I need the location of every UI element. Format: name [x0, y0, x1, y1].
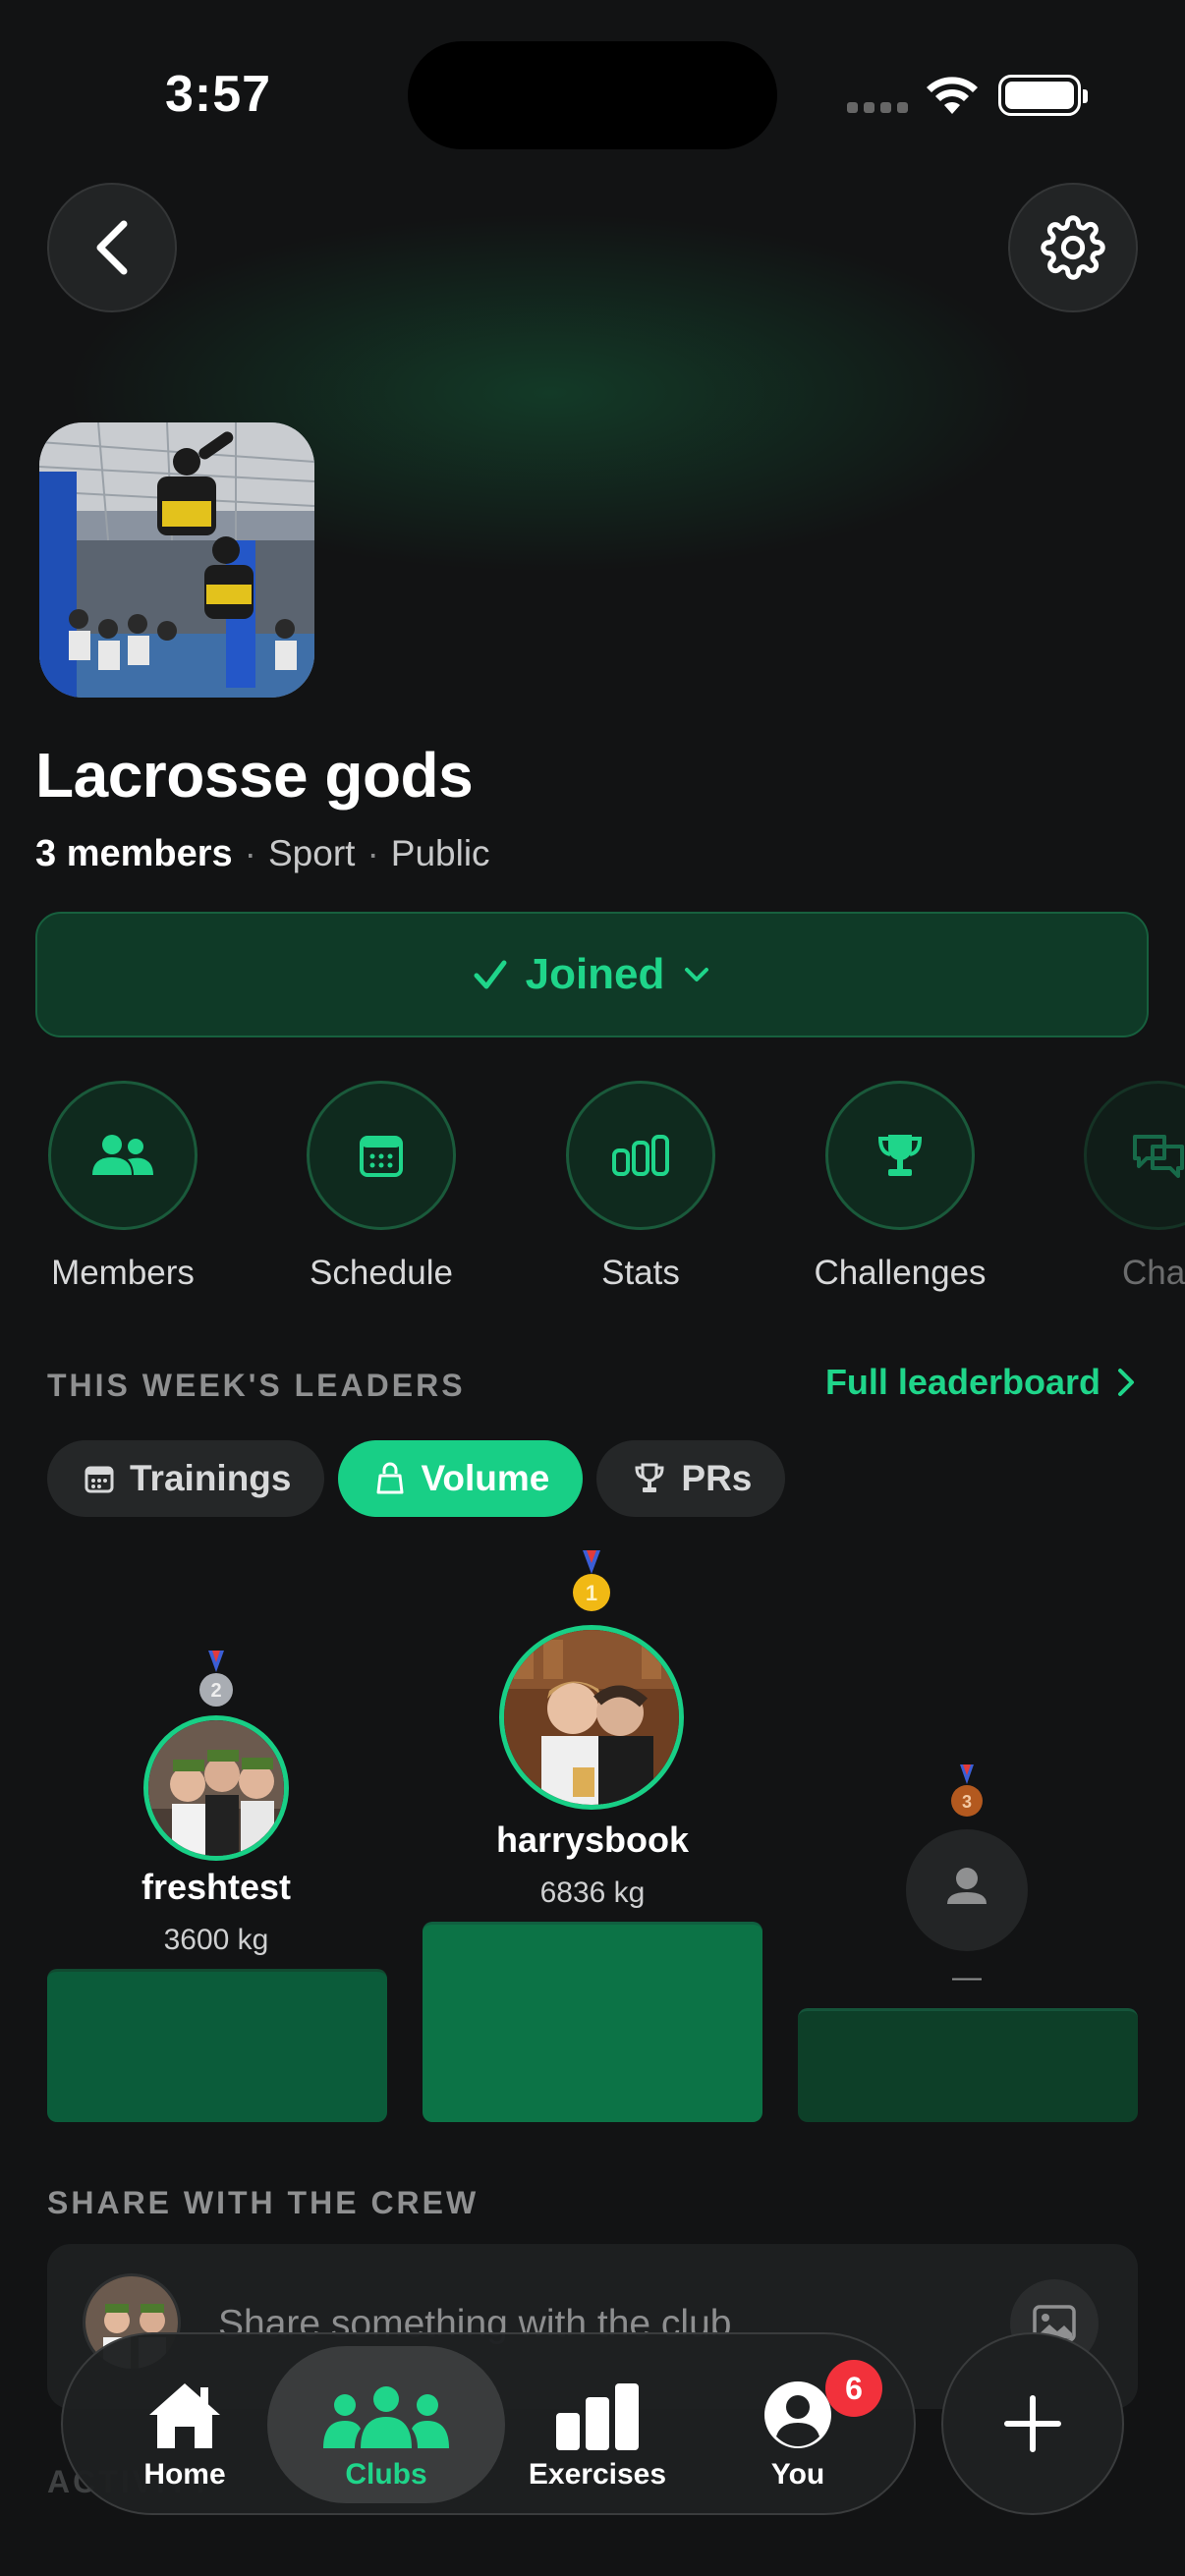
podium-bar-3rd	[798, 2008, 1138, 2122]
group-icon	[323, 2386, 449, 2448]
tab-prs-label: PRs	[681, 1458, 753, 1498]
club-screen: 3:57 Lacrosse gods 3 members · Sport · P…	[0, 0, 1185, 2576]
action-label: Chat	[1122, 1254, 1185, 1292]
tab-exercises[interactable]: Exercises	[499, 2346, 696, 2503]
leader-name[interactable]: freshtest	[69, 1867, 364, 1908]
club-visibility: Public	[390, 833, 490, 873]
podium-bar-1st	[423, 1922, 762, 2122]
gear-icon	[1041, 215, 1105, 280]
action-stats-circle	[566, 1081, 715, 1230]
notification-badge: 6	[825, 2360, 882, 2417]
club-meta: 3 members · Sport · Public	[35, 833, 490, 875]
kettlebell-icon	[376, 1462, 404, 1494]
people-icon	[92, 1135, 153, 1175]
full-leaderboard-label: Full leaderboard	[824, 1362, 1100, 1402]
settings-button[interactable]	[1008, 183, 1138, 312]
share-heading: SHARE WITH THE CREW	[47, 2185, 480, 2220]
leader-value: 6836 kg	[539, 1876, 646, 1909]
tab-you[interactable]: You 6	[700, 2346, 896, 2503]
tab-home[interactable]: Home	[86, 2346, 283, 2503]
chat-icon	[1133, 1135, 1184, 1178]
profile-icon	[764, 2381, 831, 2448]
tab-clubs[interactable]: Clubs	[267, 2346, 505, 2503]
calendar-icon	[360, 1136, 403, 1177]
tab-volume[interactable]: Volume	[338, 1440, 584, 1517]
action-label: Stats	[601, 1254, 680, 1292]
tab-trainings[interactable]: Trainings	[47, 1440, 325, 1517]
action-challenges-circle	[825, 1081, 975, 1230]
tab-label: Clubs	[345, 2458, 427, 2491]
leaders-podium: 2 freshtest 3600 kg 1 harrysbook 6836 kg…	[0, 1542, 1185, 2132]
cellular-signal-icon	[847, 102, 908, 113]
action-members-circle	[48, 1081, 198, 1230]
bar-stats-icon	[612, 1135, 669, 1176]
meta-separator: ·	[244, 833, 256, 873]
tab-prs[interactable]: PRs	[596, 1440, 786, 1517]
trophy-icon	[877, 1135, 923, 1176]
trophy-small-icon	[635, 1463, 664, 1492]
leader-value: 3600 kg	[163, 1924, 269, 1956]
tab-label: Home	[143, 2458, 226, 2491]
silver-medal-icon: 2	[197, 1651, 236, 1714]
club-category: Sport	[268, 833, 356, 873]
bronze-medal-icon: 3	[949, 1764, 985, 1824]
check-icon	[474, 960, 507, 989]
medal-rank: 1	[586, 1581, 597, 1605]
tab-trainings-label: Trainings	[130, 1458, 292, 1498]
dynamic-island	[408, 41, 777, 149]
action-challenges[interactable]: Challenges	[797, 1081, 1003, 1293]
status-time: 3:57	[165, 66, 272, 123]
action-label: Schedule	[310, 1254, 453, 1292]
leader-name: —	[952, 1961, 982, 1993]
members-count[interactable]: 3 members	[35, 833, 233, 875]
leaders-metric-tabs: Trainings Volume PRs	[47, 1440, 786, 1517]
home-icon	[149, 2383, 220, 2448]
medal-rank: 2	[210, 1680, 221, 1702]
tab-label: Exercises	[528, 2458, 667, 2491]
action-members[interactable]: Members	[20, 1081, 226, 1293]
gold-medal-icon: 1	[570, 1550, 613, 1618]
meta-separator: ·	[367, 833, 379, 873]
battery-icon	[998, 75, 1088, 116]
joined-label: Joined	[525, 950, 665, 998]
tab-label: You	[770, 2458, 825, 2491]
chevron-down-icon	[685, 968, 709, 981]
club-title: Lacrosse gods	[35, 740, 474, 811]
bars-icon	[556, 2383, 639, 2450]
calendar-small-icon	[85, 1466, 114, 1493]
bottom-tab-bar: Home Clubs Exercises You 6	[61, 2332, 916, 2515]
leader-name[interactable]: harrysbook	[442, 1820, 743, 1861]
avatar-placeholder	[906, 1829, 1028, 1951]
person-placeholder-icon	[947, 1868, 987, 1904]
tab-volume-label: Volume	[421, 1458, 550, 1498]
medal-rank: 3	[962, 1792, 972, 1812]
full-leaderboard-link[interactable]: Full leaderboard	[825, 1362, 1136, 1403]
podium-bar-2nd	[47, 1969, 387, 2122]
wifi-icon	[924, 75, 981, 121]
action-chat-circle	[1084, 1081, 1185, 1230]
avatar-harrysbook[interactable]	[499, 1625, 684, 1810]
plus-icon	[1004, 2395, 1061, 2452]
chevron-right-icon	[1118, 1369, 1134, 1396]
action-stats[interactable]: Stats	[537, 1081, 744, 1293]
joined-dropdown-button[interactable]: Joined	[35, 912, 1149, 1037]
leaders-heading: THIS WEEK'S LEADERS	[47, 1368, 466, 1403]
club-photo[interactable]	[39, 422, 314, 698]
create-button[interactable]	[941, 2332, 1124, 2515]
chevron-left-icon	[96, 220, 128, 275]
back-button[interactable]	[47, 183, 177, 312]
action-schedule-circle	[307, 1081, 456, 1230]
action-chat[interactable]: Chat	[1055, 1081, 1185, 1293]
avatar-freshtest[interactable]	[143, 1715, 289, 1861]
action-label: Members	[51, 1254, 195, 1292]
club-actions-row: Members Schedule Stats Challenges Chat	[0, 1081, 1185, 1297]
action-schedule[interactable]: Schedule	[278, 1081, 484, 1293]
action-label: Challenges	[814, 1254, 987, 1292]
